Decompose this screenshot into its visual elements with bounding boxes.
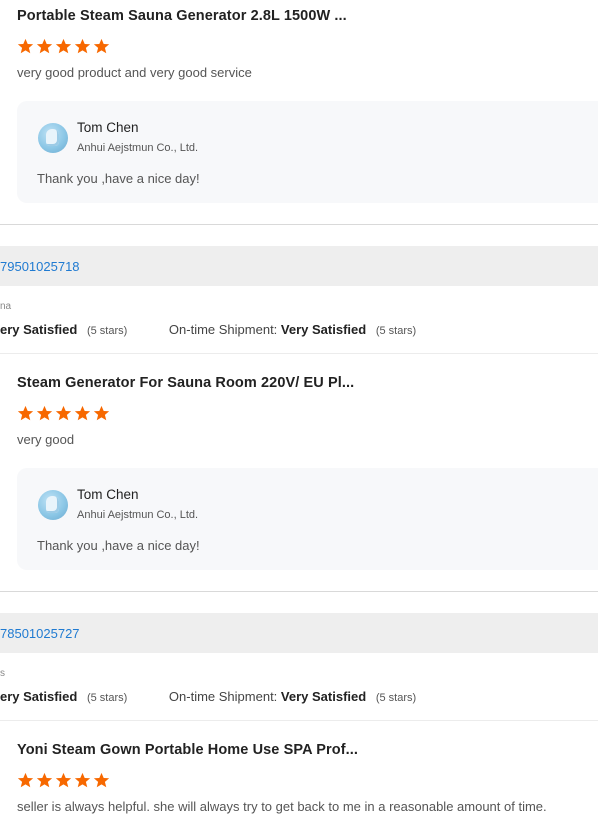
star-icon — [74, 405, 91, 421]
shipment-label: On-time Shipment: — [168, 689, 278, 704]
star-icon — [36, 405, 53, 421]
order-id-link[interactable]: 78501025727 — [0, 626, 80, 641]
rating-stars — [17, 38, 110, 55]
satisfaction-row: ery Satisfied (5 stars) On-time Shipment… — [0, 689, 416, 704]
shipment-stars: (5 stars) — [375, 692, 417, 704]
buyer-country: s — [0, 668, 5, 679]
product-title[interactable]: Portable Steam Sauna Generator 2.8L 1500… — [17, 8, 347, 24]
divider — [0, 224, 598, 225]
reply-author-name: Tom Chen — [77, 120, 139, 135]
review-text: very good product and very good service — [17, 65, 252, 80]
supplier-reply: Tom Chen Anhui Aejstmun Co., Ltd. Thank … — [17, 468, 598, 570]
order-header — [0, 246, 598, 286]
divider — [0, 591, 598, 592]
shipment-value: Very Satisfied — [280, 689, 367, 704]
product-title[interactable]: Steam Generator For Sauna Room 220V/ EU … — [17, 375, 354, 391]
star-icon — [17, 405, 34, 421]
review-text: seller is always helpful. she will alway… — [17, 799, 547, 814]
supplier-service-stars: (5 stars) — [86, 692, 128, 704]
divider — [0, 720, 598, 721]
supplier-reply: Tom Chen Anhui Aejstmun Co., Ltd. Thank … — [17, 101, 598, 203]
star-icon — [55, 405, 72, 421]
order-header — [0, 613, 598, 653]
star-icon — [55, 38, 72, 54]
buyer-country: na — [0, 301, 12, 312]
star-icon — [55, 772, 72, 788]
shipment-value: Very Satisfied — [280, 322, 367, 337]
order-id-link[interactable]: 79501025718 — [0, 259, 80, 274]
reply-author-name: Tom Chen — [77, 487, 139, 502]
avatar — [38, 490, 68, 520]
rating-stars — [17, 405, 110, 422]
product-title[interactable]: Yoni Steam Gown Portable Home Use SPA Pr… — [17, 742, 358, 758]
star-icon — [17, 38, 34, 54]
star-icon — [93, 772, 110, 788]
supplier-service-stars: (5 stars) — [86, 325, 128, 337]
star-icon — [36, 38, 53, 54]
star-icon — [93, 405, 110, 421]
reply-text: Thank you ,have a nice day! — [37, 171, 200, 186]
satisfaction-row: ery Satisfied (5 stars) On-time Shipment… — [0, 322, 416, 337]
star-icon — [74, 38, 91, 54]
star-icon — [93, 38, 110, 54]
rating-stars — [17, 772, 110, 789]
shipment-stars: (5 stars) — [375, 325, 417, 337]
shipment-label: On-time Shipment: — [168, 322, 278, 337]
avatar — [38, 123, 68, 153]
reply-text: Thank you ,have a nice day! — [37, 538, 200, 553]
star-icon — [36, 772, 53, 788]
star-icon — [17, 772, 34, 788]
reply-company-name: Anhui Aejstmun Co., Ltd. — [77, 509, 199, 521]
review-text: very good — [17, 432, 75, 447]
divider — [0, 353, 598, 354]
star-icon — [74, 772, 91, 788]
supplier-service-value: ery Satisfied — [0, 689, 78, 704]
reply-company-name: Anhui Aejstmun Co., Ltd. — [77, 142, 199, 154]
supplier-service-value: ery Satisfied — [0, 322, 78, 337]
